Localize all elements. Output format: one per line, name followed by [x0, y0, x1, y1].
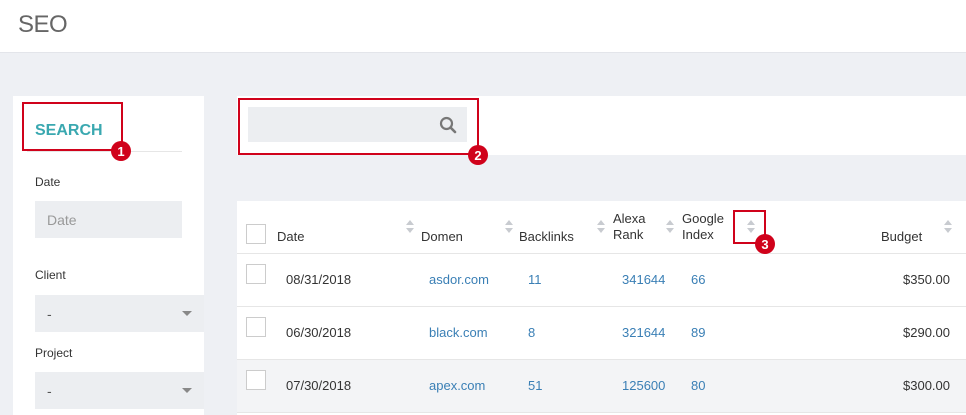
project-label: Project — [35, 346, 73, 360]
chevron-down-icon — [182, 388, 192, 393]
data-table: Date Domen Backlinks Alexa Rank Google I… — [237, 201, 966, 415]
cell-backlinks-link[interactable]: 8 — [528, 325, 535, 340]
project-select[interactable]: - — [35, 372, 204, 409]
client-label: Client — [35, 268, 66, 282]
callout-badge: 3 — [755, 234, 775, 254]
sort-icon[interactable] — [505, 220, 513, 234]
row-checkbox[interactable] — [246, 370, 266, 390]
cell-budget: $350.00 — [903, 272, 950, 287]
column-header-budget[interactable]: Budget — [881, 229, 922, 245]
sort-icon[interactable] — [944, 220, 952, 234]
sort-icon[interactable] — [597, 220, 605, 234]
date-label: Date — [35, 175, 61, 189]
cell-google-link[interactable]: 66 — [691, 272, 705, 287]
column-header-date[interactable]: Date — [277, 229, 304, 245]
divider — [27, 151, 182, 152]
callout-box-search-input — [238, 98, 479, 155]
cell-backlinks-link[interactable]: 11 — [528, 272, 542, 287]
sort-icon[interactable] — [666, 220, 674, 234]
client-select-value: - — [47, 305, 52, 322]
cell-domen-link[interactable]: black.com — [429, 325, 488, 340]
chevron-down-icon — [182, 311, 192, 316]
column-header-alexa-rank[interactable]: Alexa Rank — [613, 211, 653, 243]
row-checkbox[interactable] — [246, 317, 266, 337]
cell-backlinks-link[interactable]: 51 — [528, 378, 542, 393]
cell-date: 08/31/2018 — [286, 272, 352, 287]
cell-google-link[interactable]: 89 — [691, 325, 705, 340]
table-row[interactable]: 07/30/2018 apex.com 51 125600 80 $300.00 — [237, 360, 966, 413]
cell-date: 06/30/2018 — [286, 325, 352, 340]
cell-google-link[interactable]: 80 — [691, 378, 705, 393]
project-select-value: - — [47, 382, 52, 399]
cell-domen-link[interactable]: apex.com — [429, 378, 485, 393]
cell-alexa-link[interactable]: 125600 — [622, 378, 665, 393]
cell-domen-link[interactable]: asdor.com — [429, 272, 489, 287]
table-row[interactable]: 06/30/2018 black.com 8 321644 89 $290.00 — [237, 307, 966, 360]
table-header: Date Domen Backlinks Alexa Rank Google I… — [237, 201, 966, 254]
cell-date: 07/30/2018 — [286, 378, 352, 393]
date-field[interactable]: Date — [35, 201, 182, 238]
cell-alexa-link[interactable]: 321644 — [622, 325, 665, 340]
cell-alexa-link[interactable]: 341644 — [622, 272, 665, 287]
client-select[interactable]: - — [35, 295, 204, 332]
page-title: SEO — [18, 11, 68, 38]
callout-badge: 1 — [111, 141, 131, 161]
callout-box-search — [22, 102, 123, 151]
top-bar: SEO — [0, 0, 966, 53]
column-header-domen[interactable]: Domen — [421, 229, 463, 245]
row-checkbox[interactable] — [246, 264, 266, 284]
sort-icon[interactable] — [406, 220, 414, 234]
select-all-checkbox[interactable] — [246, 224, 266, 244]
table-row[interactable]: 08/31/2018 asdor.com 11 341644 66 $350.0… — [237, 254, 966, 307]
cell-budget: $300.00 — [903, 378, 950, 393]
column-header-backlinks[interactable]: Backlinks — [519, 229, 574, 245]
cell-budget: $290.00 — [903, 325, 950, 340]
callout-badge: 2 — [468, 145, 488, 165]
column-header-google-index[interactable]: Google Index — [682, 211, 728, 243]
